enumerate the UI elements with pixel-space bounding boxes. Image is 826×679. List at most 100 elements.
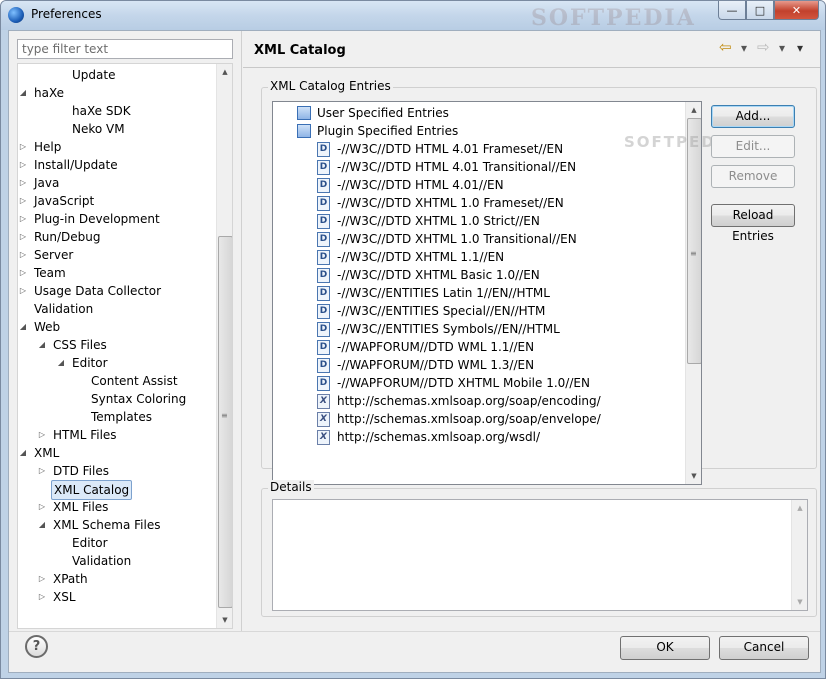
catalog-entry[interactable]: Plugin Specified Entries bbox=[297, 122, 657, 140]
tree-scrollbar[interactable]: ▲ ≡ ▼ bbox=[216, 64, 232, 628]
tree-item-label: haXe bbox=[34, 86, 65, 100]
xsd-file-icon: X bbox=[317, 430, 330, 445]
ok-button[interactable]: OK bbox=[620, 636, 710, 660]
tree-item-label: Usage Data Collector bbox=[34, 284, 162, 298]
navigation-toolbar: ⇦ ▾ ⇨ ▾ ▾ bbox=[719, 38, 809, 59]
expanded-icon[interactable]: ◢ bbox=[18, 318, 28, 336]
entries-scrollbar[interactable]: ▲ ≡ ▼ bbox=[685, 102, 701, 484]
forward-dropdown-icon[interactable]: ▾ bbox=[779, 41, 785, 55]
dtd-file-icon: D bbox=[317, 376, 330, 391]
catalog-entries-tree: User Specified Entries Plugin Specified E… bbox=[272, 101, 702, 485]
remove-button[interactable]: Remove bbox=[711, 165, 795, 188]
collapsed-icon[interactable]: ▷ bbox=[18, 228, 28, 246]
view-menu-icon[interactable]: ▾ bbox=[797, 41, 803, 55]
title-bar[interactable]: Preferences SOFTPEDIA — □ ✕ bbox=[1, 1, 825, 31]
back-icon[interactable]: ⇦ bbox=[719, 38, 732, 56]
collapsed-icon[interactable]: ▷ bbox=[18, 210, 28, 228]
close-icon: ✕ bbox=[791, 3, 802, 17]
collapsed-icon[interactable]: ▷ bbox=[37, 588, 47, 606]
expanded-icon[interactable]: ◢ bbox=[37, 516, 47, 534]
catalog-entry-label: -//W3C//DTD XHTML 1.0 Strict//EN bbox=[337, 214, 540, 228]
details-scroll-down-icon[interactable]: ▼ bbox=[792, 594, 808, 610]
collapsed-icon[interactable]: ▷ bbox=[37, 498, 47, 516]
collapsed-icon[interactable]: ▷ bbox=[37, 426, 47, 444]
catalog-entry-label: -//W3C//DTD HTML 4.01 Frameset//EN bbox=[337, 142, 564, 156]
collapsed-icon[interactable]: ▷ bbox=[37, 462, 47, 480]
collapsed-icon[interactable]: ▷ bbox=[18, 264, 28, 282]
forward-icon[interactable]: ⇨ bbox=[757, 38, 770, 56]
minimize-button[interactable]: — bbox=[718, 1, 746, 20]
tree-item-label: Syntax Coloring bbox=[91, 392, 187, 406]
maximize-icon: □ bbox=[754, 3, 766, 17]
window-title: Preferences bbox=[31, 7, 102, 21]
catalog-entry[interactable]: D -//W3C//ENTITIES Symbols//EN//HTML bbox=[317, 320, 677, 338]
catalog-entry[interactable]: D -//W3C//DTD XHTML 1.0 Frameset//EN bbox=[317, 194, 677, 212]
cancel-button[interactable]: Cancel bbox=[719, 636, 809, 660]
maximize-button[interactable]: □ bbox=[746, 1, 774, 20]
collapsed-icon[interactable]: ▷ bbox=[18, 282, 28, 300]
help-icon[interactable]: ? bbox=[25, 635, 48, 658]
pane-divider[interactable] bbox=[241, 31, 242, 631]
tree-item-label: XML Schema Files bbox=[53, 518, 161, 532]
tree-item-label: Run/Debug bbox=[34, 230, 101, 244]
edit-button[interactable]: Edit... bbox=[711, 135, 795, 158]
details-scrollbar[interactable]: ▲ ▼ bbox=[791, 500, 807, 610]
tree-item-label: Validation bbox=[34, 302, 94, 316]
dtd-file-icon: D bbox=[317, 286, 330, 301]
catalog-entry[interactable]: D -//W3C//DTD HTML 4.01//EN bbox=[317, 176, 677, 194]
entries-scroll-down-icon[interactable]: ▼ bbox=[686, 468, 701, 484]
catalog-entry[interactable]: D -//W3C//DTD HTML 4.01 Transitional//EN bbox=[317, 158, 677, 176]
tree-item-label: Editor bbox=[72, 356, 108, 370]
expanded-icon[interactable]: ◢ bbox=[18, 444, 28, 462]
catalog-entry[interactable]: D -//W3C//DTD XHTML 1.0 Transitional//EN bbox=[317, 230, 677, 248]
expanded-icon[interactable]: ◢ bbox=[37, 336, 47, 354]
filter-input[interactable]: type filter text bbox=[17, 39, 233, 59]
details-scroll-up-icon[interactable]: ▲ bbox=[792, 500, 808, 516]
catalog-icon bbox=[297, 124, 311, 138]
tree-scroll-thumb[interactable] bbox=[218, 236, 232, 608]
scroll-down-icon[interactable]: ▼ bbox=[217, 612, 232, 628]
xsd-file-icon: X bbox=[317, 394, 330, 409]
catalog-entry[interactable]: D -//W3C//DTD XHTML 1.0 Strict//EN bbox=[317, 212, 677, 230]
catalog-entry[interactable]: Xhttp://schemas.xmlsoap.org/wsdl/ bbox=[317, 428, 677, 446]
catalog-entry-label: -//W3C//DTD XHTML 1.0 Frameset//EN bbox=[337, 196, 564, 210]
entries-scroll-thumb[interactable] bbox=[687, 118, 701, 364]
scroll-up-icon[interactable]: ▲ bbox=[217, 64, 232, 80]
catalog-entry[interactable]: D -//WAPFORUM//DTD WML 1.1//EN bbox=[317, 338, 677, 356]
catalog-entry[interactable]: D -//W3C//DTD HTML 4.01 Frameset//EN bbox=[317, 140, 677, 158]
entries-scroll-up-icon[interactable]: ▲ bbox=[686, 102, 701, 118]
catalog-entry[interactable]: User Specified Entries bbox=[297, 104, 657, 122]
catalog-entry[interactable]: D -//W3C//ENTITIES Latin 1//EN//HTML bbox=[317, 284, 677, 302]
collapsed-icon[interactable]: ▷ bbox=[18, 246, 28, 264]
catalog-entry-label: -//W3C//DTD XHTML 1.1//EN bbox=[337, 250, 505, 264]
catalog-entry[interactable]: Xhttp://schemas.xmlsoap.org/soap/envelop… bbox=[317, 410, 677, 428]
collapsed-icon[interactable]: ▷ bbox=[18, 138, 28, 156]
page-title: XML Catalog bbox=[254, 43, 346, 58]
expanded-icon[interactable]: ◢ bbox=[56, 354, 66, 372]
catalog-entry[interactable]: Xhttp://schemas.xmlsoap.org/soap/encodin… bbox=[317, 392, 677, 410]
collapsed-icon[interactable]: ▷ bbox=[37, 570, 47, 588]
collapsed-icon[interactable]: ▷ bbox=[18, 174, 28, 192]
catalog-entry[interactable]: D -//W3C//ENTITIES Special//EN//HTM bbox=[317, 302, 677, 320]
details-label: Details bbox=[268, 480, 314, 494]
catalog-entry[interactable]: D -//W3C//DTD XHTML 1.1//EN bbox=[317, 248, 677, 266]
expanded-icon[interactable]: ◢ bbox=[18, 84, 28, 102]
xsd-file-icon: X bbox=[317, 412, 330, 427]
catalog-entry[interactable]: D -//WAPFORUM//DTD WML 1.3//EN bbox=[317, 356, 677, 374]
add-button[interactable]: Add... bbox=[711, 105, 795, 128]
reload-entries-button[interactable]: Reload Entries bbox=[711, 204, 795, 243]
collapsed-icon[interactable]: ▷ bbox=[18, 156, 28, 174]
collapsed-icon[interactable]: ▷ bbox=[18, 192, 28, 210]
close-window-button[interactable]: ✕ bbox=[774, 1, 819, 20]
catalog-entry[interactable]: D -//WAPFORUM//DTD XHTML Mobile 1.0//EN bbox=[317, 374, 677, 392]
tree-item-label: XML bbox=[34, 446, 60, 460]
details-text-area[interactable]: ▲ ▼ bbox=[272, 499, 808, 611]
button-bar-separator bbox=[9, 631, 820, 632]
catalog-entry-label: Plugin Specified Entries bbox=[317, 124, 459, 138]
tree-item-label: XSL bbox=[53, 590, 76, 604]
tree-item-label: DTD Files bbox=[53, 464, 109, 478]
catalog-entry[interactable]: D -//W3C//DTD XHTML Basic 1.0//EN bbox=[317, 266, 677, 284]
tree-item-label: Validation bbox=[72, 554, 132, 568]
dtd-file-icon: D bbox=[317, 358, 330, 373]
back-dropdown-icon[interactable]: ▾ bbox=[741, 41, 747, 55]
